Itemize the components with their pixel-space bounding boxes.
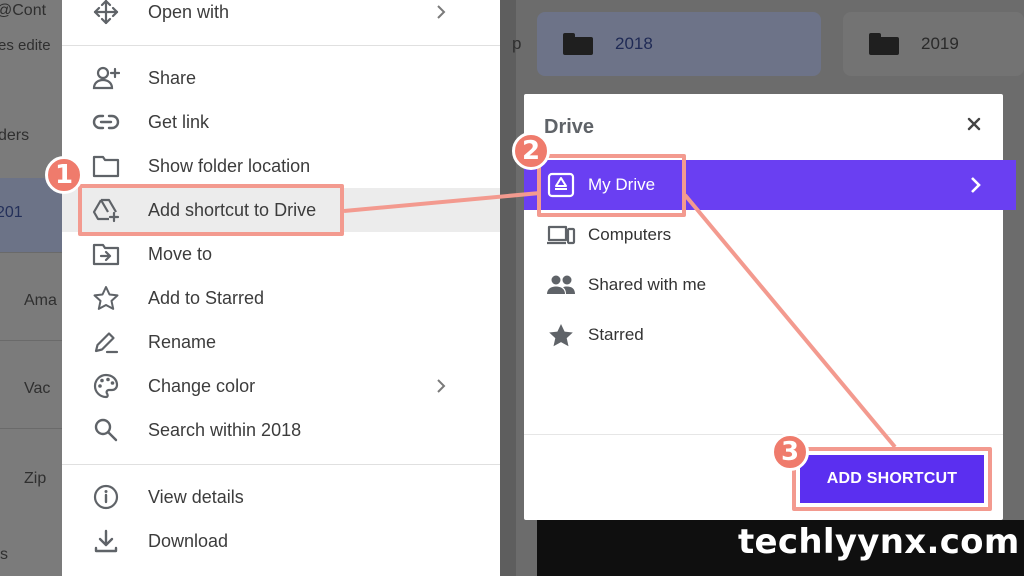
watermark: techlyynx.com <box>738 522 1020 562</box>
connector-line-1-2 <box>343 191 541 213</box>
step-badge-2: 2 <box>512 132 550 170</box>
step-badge-1: 1 <box>45 156 83 194</box>
connector-line-2-3 <box>683 193 897 449</box>
highlight-add-shortcut-button <box>792 447 992 511</box>
highlight-my-drive <box>537 154 686 217</box>
step-badge-3: 3 <box>771 433 809 471</box>
highlight-add-shortcut <box>78 184 344 236</box>
